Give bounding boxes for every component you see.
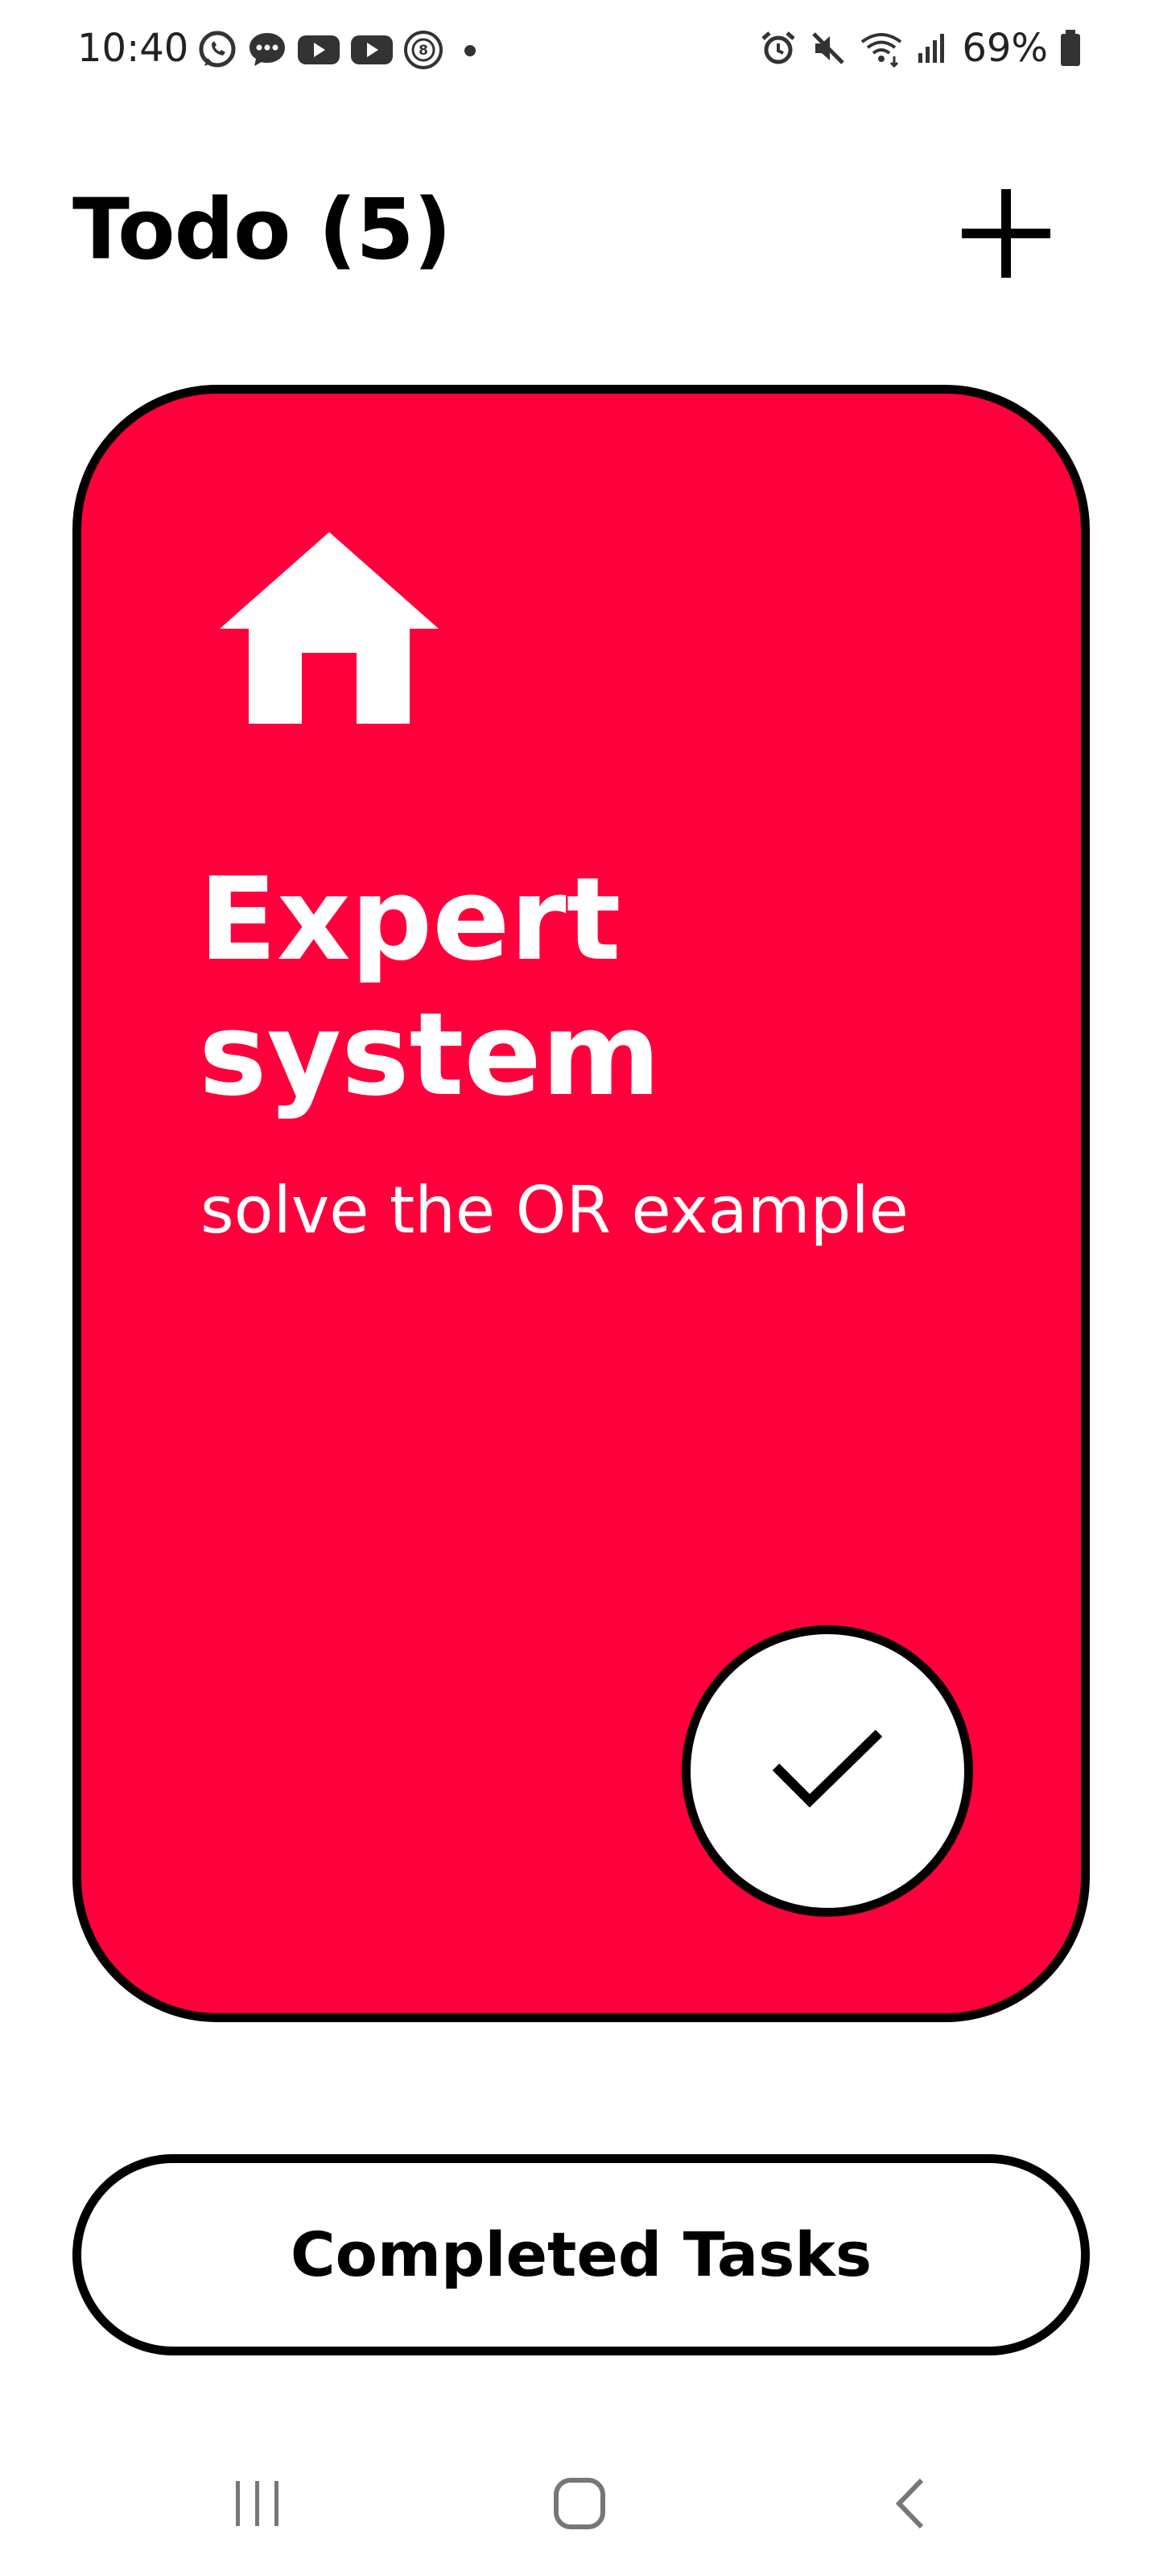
alarm-icon	[761, 31, 795, 64]
task-card[interactable]: Expert system solve the OR example	[72, 385, 1090, 2022]
recent-apps-button[interactable]	[193, 2463, 322, 2544]
task-description: solve the OR example	[200, 1173, 909, 1248]
task-title: Expert system	[199, 853, 661, 1121]
signal-icon	[918, 34, 945, 63]
back-button[interactable]	[845, 2463, 974, 2544]
back-icon	[895, 2478, 924, 2529]
home-icon	[220, 532, 439, 724]
completed-tasks-label: Completed Tasks	[290, 2219, 872, 2290]
message-icon	[250, 33, 285, 66]
home-nav-button[interactable]	[515, 2463, 644, 2544]
whatsapp-icon	[199, 31, 236, 68]
home-nav-icon	[554, 2478, 605, 2529]
youtube-icon	[298, 35, 340, 64]
youtube-icon	[351, 35, 393, 64]
mute-icon	[812, 32, 845, 64]
recent-apps-icon	[236, 2481, 278, 2526]
battery-icon	[1061, 30, 1080, 66]
complete-task-button[interactable]	[682, 1625, 973, 1917]
status-time: 10:40	[77, 26, 189, 71]
status-bar: 10:40 8 69%	[0, 0, 1159, 97]
page-title: Todo (5)	[72, 180, 452, 279]
add-task-button[interactable]	[950, 177, 1062, 290]
system-status-icons: 69%	[759, 24, 1082, 72]
plus-icon	[962, 189, 1050, 278]
notification-dot-icon	[464, 45, 476, 56]
navigation-bar	[0, 2431, 1159, 2576]
checkmark-icon	[772, 1729, 883, 1808]
notification-icons: 8	[196, 27, 485, 72]
app-screen: 10:40 8 69% Todo (5) Expert system solve…	[0, 0, 1159, 2576]
app-8-icon: 8	[404, 31, 443, 69]
wifi-icon	[861, 33, 902, 68]
completed-tasks-button[interactable]: Completed Tasks	[72, 2154, 1090, 2355]
svg-text:8: 8	[419, 43, 428, 59]
battery-percentage: 69%	[962, 26, 1048, 71]
